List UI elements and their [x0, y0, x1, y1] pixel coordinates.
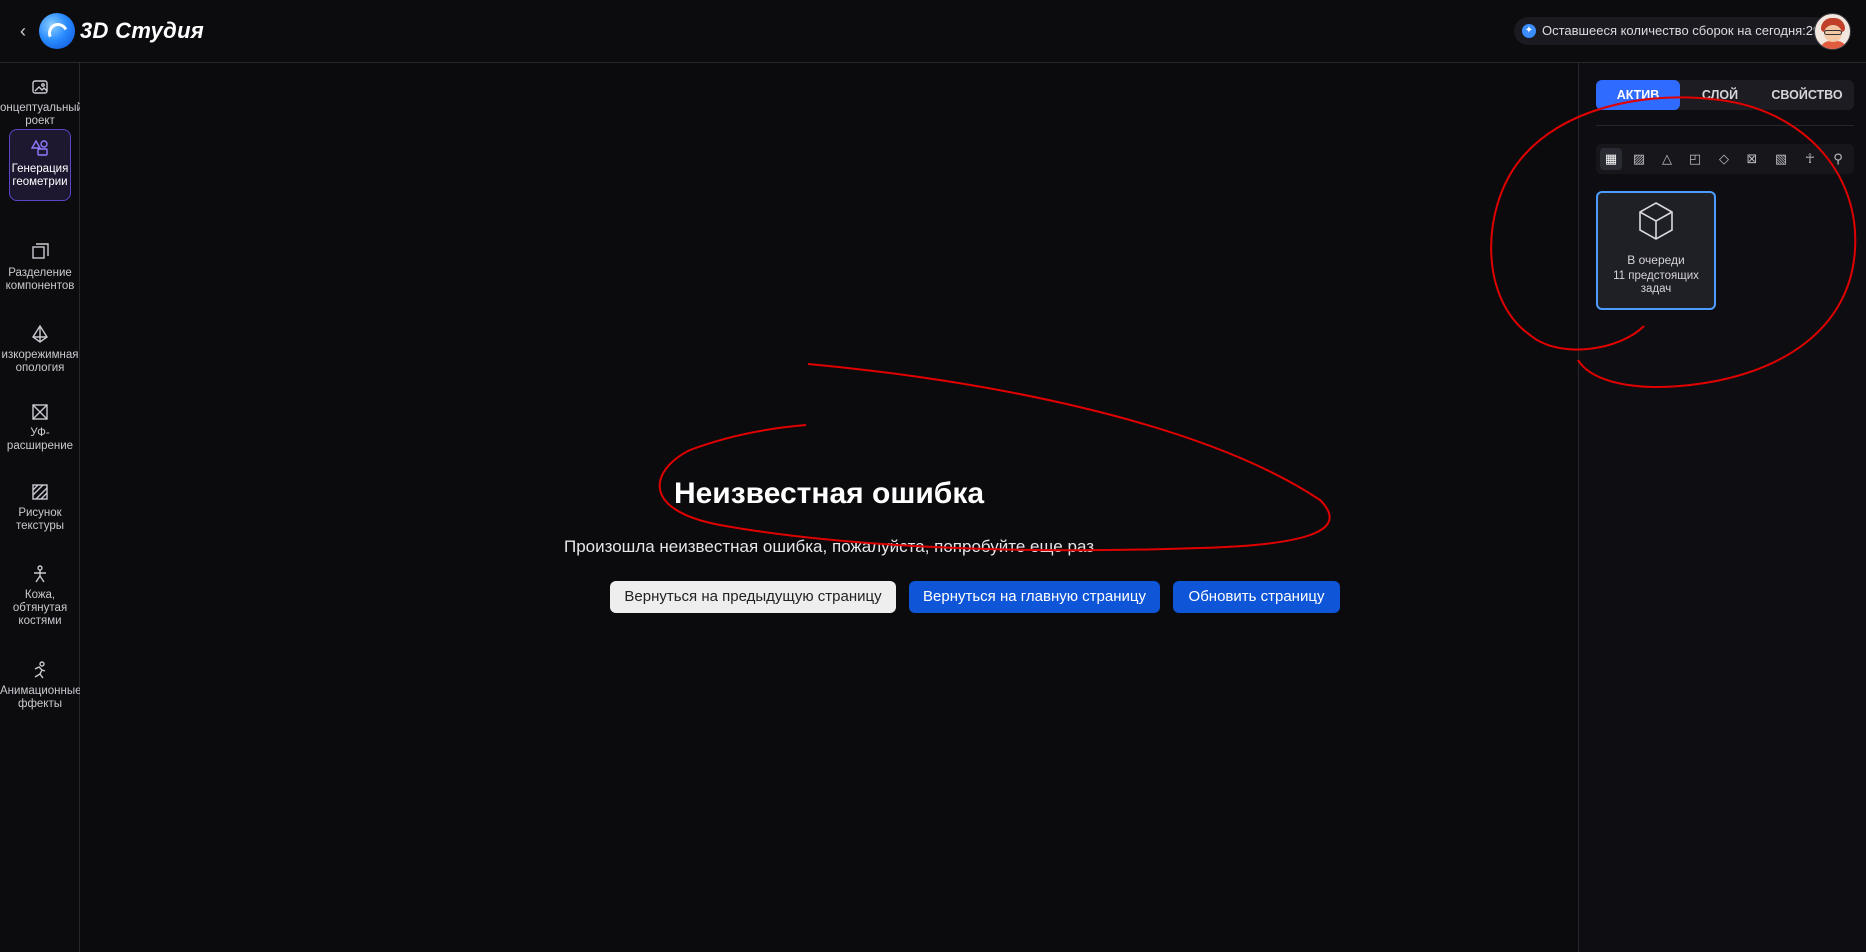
- skeleton-icon: [34, 565, 46, 583]
- sidebar-item-uv[interactable]: УФ- расширение: [0, 403, 80, 453]
- split-icon[interactable]: ◰: [1684, 148, 1706, 170]
- split-icon: [32, 243, 49, 259]
- main-content: Неизвестная ошибка Произошла неизвестная…: [80, 63, 1578, 952]
- pyramid-icon[interactable]: ◇: [1713, 148, 1735, 170]
- sparkle-icon: ✦: [1522, 24, 1536, 38]
- texture-icon: [32, 484, 48, 500]
- app-logo: [39, 13, 75, 49]
- queue-detail: 11 предстоящих задач: [1613, 270, 1699, 295]
- shapes-icon[interactable]: △: [1656, 148, 1678, 170]
- sidebar-item-label: Кожа, обтянутая костями: [12, 589, 68, 627]
- tab-properties[interactable]: СВОЙСТВО: [1760, 80, 1854, 110]
- sidebar-item-label: УФ- расширение: [6, 427, 74, 452]
- queued-asset-card[interactable]: В очереди 11 предстоящих задач: [1596, 191, 1716, 310]
- panel-tabs: АКТИВ СЛОЙ СВОЙСТВО: [1596, 80, 1854, 110]
- asset-filter-bar: ▦ ▨ △ ◰ ◇ ⊠ ▧ ☥ ⚲: [1596, 144, 1854, 174]
- error-title: Неизвестная ошибка: [673, 477, 985, 510]
- avatar[interactable]: [1814, 13, 1851, 50]
- sidebar-item-animation[interactable]: Анимационные ффекты: [0, 661, 82, 711]
- tab-layer[interactable]: СЛОЙ: [1680, 80, 1760, 110]
- shapes-icon: [31, 139, 48, 156]
- image-icon[interactable]: ▨: [1628, 148, 1650, 170]
- uv-icon[interactable]: ⊠: [1741, 148, 1763, 170]
- uv-icon: [32, 404, 48, 420]
- sidebar-item-texture[interactable]: Рисунок текстуры: [0, 483, 80, 533]
- back-arrow-icon[interactable]: ‹: [12, 20, 34, 42]
- sidebar: онцептуальный роект Генерация геометрии …: [0, 63, 83, 952]
- top-bar: ‹ 3D Студия ✦ Оставшееся количество сбор…: [0, 0, 1866, 63]
- image-icon: [32, 80, 48, 94]
- back-to-previous-button[interactable]: Вернуться на предыдущую страницу: [610, 581, 896, 613]
- sidebar-item-label: Генерация геометрии: [11, 163, 69, 188]
- running-icon[interactable]: ⚲: [1827, 148, 1849, 170]
- sidebar-item-geometry[interactable]: Генерация геометрии: [9, 129, 71, 201]
- sidebar-item-label: Рисунок текстуры: [15, 507, 65, 532]
- sidebar-item-label: Анимационные ффекты: [0, 685, 82, 710]
- grid-icon[interactable]: ▦: [1600, 148, 1622, 170]
- queue-status: В очереди: [1627, 253, 1685, 267]
- divider: [1596, 125, 1854, 126]
- refresh-page-button[interactable]: Обновить страницу: [1173, 581, 1340, 613]
- error-message: Произошла неизвестная ошибка, пожалуйста…: [564, 537, 1094, 556]
- cube-icon: [1639, 202, 1673, 240]
- sidebar-item-label: изкорежимная опология: [1, 349, 79, 374]
- app-title: 3D Студия: [80, 18, 205, 43]
- assets-panel: АКТИВ СЛОЙ СВОЙСТВО ▦ ▨ △ ◰ ◇ ⊠ ▧ ☥ ⚲ В …: [1578, 63, 1866, 952]
- skeleton-icon[interactable]: ☥: [1799, 148, 1821, 170]
- back-to-home-button[interactable]: Вернуться на главную страницу: [909, 581, 1160, 613]
- quota-text: Оставшееся количество сборок на сегодня:…: [1542, 23, 1821, 38]
- pyramid-icon: [32, 325, 48, 343]
- sidebar-item-label: Разделение компонентов: [5, 267, 75, 292]
- texture-icon[interactable]: ▧: [1770, 148, 1792, 170]
- sidebar-item-topology[interactable]: изкорежимная опология: [0, 325, 80, 375]
- sidebar-item-rigging[interactable]: Кожа, обтянутая костями: [0, 565, 80, 628]
- sidebar-item-concept[interactable]: онцептуальный роект: [0, 78, 83, 128]
- sidebar-item-components[interactable]: Разделение компонентов: [0, 243, 80, 293]
- build-quota-badge: ✦ Оставшееся количество сборок на сегодн…: [1514, 17, 1831, 45]
- running-icon: [34, 661, 46, 679]
- sidebar-item-label: онцептуальный роект: [0, 102, 83, 127]
- tab-assets[interactable]: АКТИВ: [1596, 80, 1680, 110]
